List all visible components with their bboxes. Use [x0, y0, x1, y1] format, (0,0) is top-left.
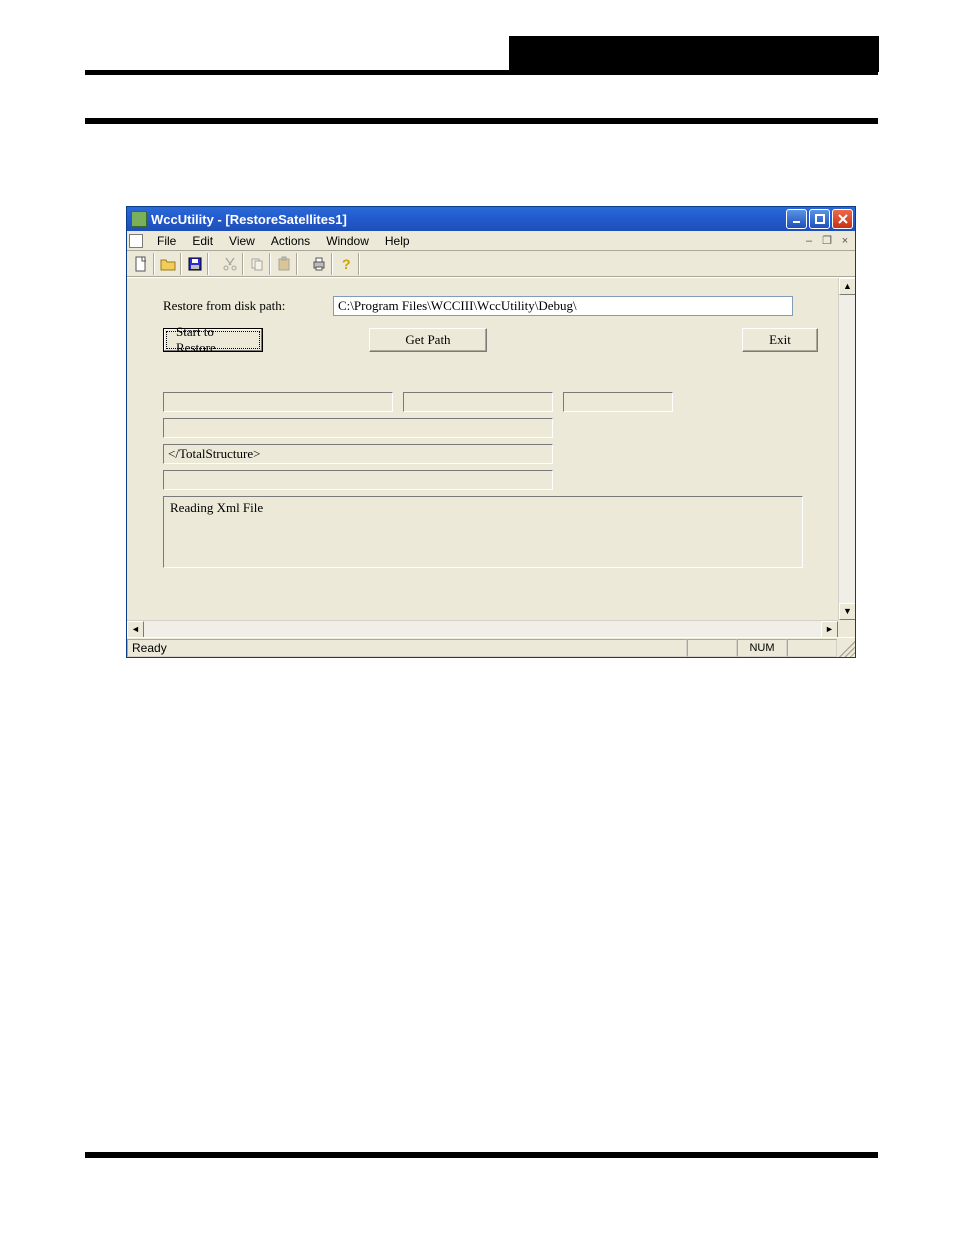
status-empty-1 [687, 639, 737, 657]
doc-rule [85, 70, 878, 75]
titlebar[interactable]: WccUtility - [RestoreSatellites1] [127, 207, 855, 231]
maximize-button[interactable] [809, 209, 830, 229]
progress-wide-2 [163, 470, 553, 490]
window-title: WccUtility - [RestoreSatellites1] [151, 212, 786, 227]
mdi-restore-button[interactable]: ❐ [819, 234, 835, 248]
doc-header-black-block [509, 36, 879, 72]
minimize-button[interactable] [786, 209, 807, 229]
cut-scissors-icon [218, 253, 241, 275]
scroll-up-button[interactable]: ▲ [839, 278, 855, 295]
app-icon [131, 211, 147, 227]
scroll-right-button[interactable]: ► [821, 621, 838, 637]
svg-text:?: ? [342, 256, 351, 272]
progress-field-1 [163, 392, 393, 412]
app-window: WccUtility - [RestoreSatellites1] File E… [126, 206, 856, 658]
status-empty-2 [787, 639, 837, 657]
vertical-scrollbar[interactable]: ▲ ▼ [838, 278, 855, 620]
horizontal-scrollbar[interactable]: ◄ ► [127, 620, 838, 637]
resize-grip-icon[interactable] [837, 639, 855, 657]
mdi-close-button[interactable]: × [837, 234, 853, 248]
toolbar: ? [127, 251, 855, 277]
print-icon[interactable] [307, 253, 330, 275]
progress-wide-1 [163, 418, 553, 438]
menu-window[interactable]: Window [318, 232, 377, 250]
log-output: Reading Xml File [163, 496, 803, 568]
progress-field-2 [403, 392, 553, 412]
exit-button[interactable]: Exit [742, 328, 818, 352]
start-restore-button[interactable]: Start to Restore [163, 328, 263, 352]
status-num: NUM [737, 639, 787, 657]
scroll-corner [838, 620, 855, 637]
progress-field-3 [563, 392, 673, 412]
mdi-minimize-button[interactable]: – [801, 234, 817, 248]
save-floppy-icon[interactable] [183, 253, 206, 275]
menu-edit[interactable]: Edit [184, 232, 221, 250]
menu-help[interactable]: Help [377, 232, 418, 250]
menu-actions[interactable]: Actions [263, 232, 318, 250]
doc-rule [85, 118, 878, 124]
scroll-track[interactable] [839, 295, 855, 603]
mdi-document-icon[interactable] [129, 234, 143, 248]
paste-icon [272, 253, 295, 275]
scroll-left-button[interactable]: ◄ [127, 621, 144, 637]
restore-path-label: Restore from disk path: [163, 298, 333, 314]
doc-rule [85, 1152, 878, 1158]
close-button[interactable] [832, 209, 853, 229]
xml-tag-line: </TotalStructure> [163, 444, 553, 464]
client-area: Restore from disk path: Start to Restore… [127, 277, 855, 637]
menubar: File Edit View Actions Window Help – ❐ × [127, 231, 855, 251]
restore-path-input[interactable] [333, 296, 793, 316]
menu-file[interactable]: File [149, 232, 184, 250]
get-path-button[interactable]: Get Path [369, 328, 487, 352]
statusbar: Ready NUM [127, 637, 855, 657]
open-folder-icon[interactable] [156, 253, 179, 275]
help-question-icon[interactable]: ? [334, 253, 357, 275]
copy-icon [245, 253, 268, 275]
menu-view[interactable]: View [221, 232, 263, 250]
scroll-track[interactable] [144, 621, 821, 637]
scroll-down-button[interactable]: ▼ [839, 603, 855, 620]
status-ready: Ready [127, 639, 687, 657]
new-file-icon[interactable] [129, 253, 152, 275]
